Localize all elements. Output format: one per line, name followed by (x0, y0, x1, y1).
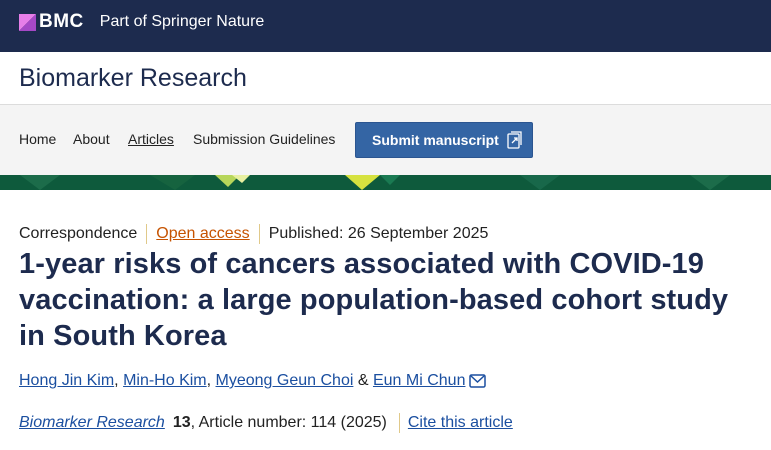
bmc-logo[interactable]: BMC Part of Springer Nature (19, 11, 265, 32)
author-list: Hong Jin Kim , Min-Ho Kim , Myeong Geun … (19, 372, 487, 390)
citation-journal-link[interactable]: Biomarker Research (19, 414, 165, 432)
journal-banner (0, 175, 771, 190)
nav-item-about[interactable]: About (73, 131, 110, 147)
published-date: Published: 26 September 2025 (268, 225, 489, 242)
journal-nav: Home About Articles Submission Guideline… (0, 105, 771, 175)
divider (398, 413, 400, 433)
author-link[interactable]: Myeong Geun Choi (216, 372, 354, 390)
submit-manuscript-label: Submit manuscript (372, 132, 499, 148)
brand-name: BMC (39, 11, 84, 32)
nav-item-home[interactable]: Home (19, 131, 56, 147)
bmc-logo-mark-icon (19, 13, 36, 31)
brand-subtitle: Part of Springer Nature (99, 13, 265, 30)
author-separator: , (206, 372, 212, 389)
journal-header: Biomarker Research (0, 52, 771, 105)
author-link[interactable]: Min-Ho Kim (123, 372, 207, 390)
author-separator: & (357, 372, 369, 389)
citation-volume: 13 (172, 414, 191, 431)
external-submit-icon (507, 131, 523, 149)
cite-this-article-link[interactable]: Cite this article (408, 414, 513, 432)
open-access-link[interactable]: Open access (156, 225, 249, 243)
mail-icon[interactable] (469, 374, 487, 388)
article-type: Correspondence (19, 225, 138, 242)
article-meta: Correspondence Open access Published: 26… (19, 224, 488, 244)
site-header: BMC Part of Springer Nature (0, 0, 771, 52)
author-link[interactable]: Hong Jin Kim (19, 372, 114, 390)
journal-title[interactable]: Biomarker Research (19, 64, 247, 93)
author-link[interactable]: Eun Mi Chun (373, 372, 466, 390)
nav-item-submission-guidelines[interactable]: Submission Guidelines (193, 131, 335, 147)
divider (146, 224, 148, 244)
nav-item-articles[interactable]: Articles (128, 131, 174, 147)
citation-line: Biomarker Research 13 , Article number: … (19, 413, 513, 433)
submit-manuscript-button[interactable]: Submit manuscript (355, 122, 533, 158)
divider (258, 224, 260, 244)
citation-article-info: , Article number: 114 (2025) (190, 414, 387, 431)
author-separator: , (114, 372, 119, 389)
article-title: 1-year risks of cancers associated with … (19, 248, 729, 352)
